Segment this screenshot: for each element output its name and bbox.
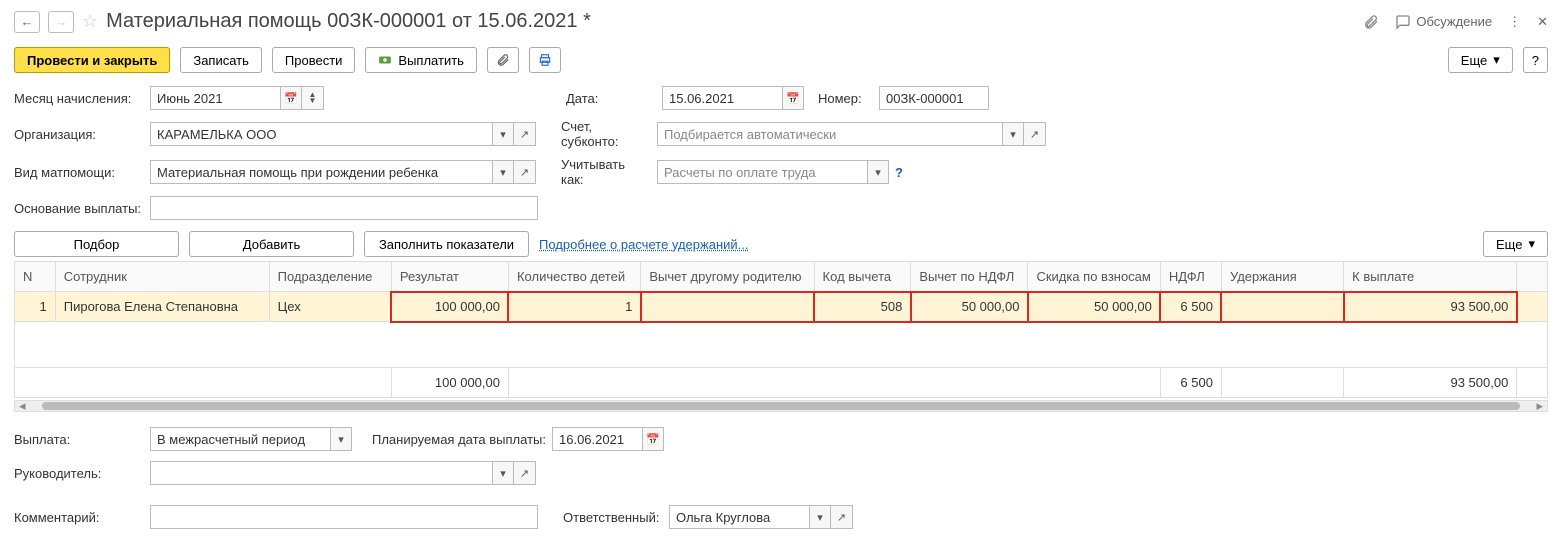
help-icon[interactable]: ? bbox=[895, 165, 903, 180]
more-button[interactable]: Еще ▾ bbox=[1448, 47, 1513, 73]
help-button[interactable]: ? bbox=[1523, 47, 1548, 73]
more-menu-icon[interactable]: ⋮ bbox=[1508, 14, 1521, 30]
col-ndfl-deduction[interactable]: Вычет по НДФЛ bbox=[911, 262, 1028, 292]
payment-label: Выплата: bbox=[14, 432, 144, 447]
open-icon[interactable]: ↗ bbox=[514, 160, 536, 184]
nav-back-button[interactable]: ← bbox=[14, 11, 40, 33]
account-input[interactable]: Подбирается автоматически bbox=[657, 122, 1002, 146]
dropdown-icon[interactable]: ▾ bbox=[492, 122, 514, 146]
col-other-parent[interactable]: Вычет другому родителю bbox=[641, 262, 814, 292]
account-as-label: Учитывать как: bbox=[561, 157, 651, 187]
horizontal-scrollbar[interactable]: ◂ ▸ bbox=[14, 400, 1548, 412]
account-label: Счет, субконто: bbox=[561, 119, 651, 149]
star-icon[interactable]: ☆ bbox=[82, 11, 98, 32]
open-icon[interactable]: ↗ bbox=[831, 505, 853, 529]
date-label: Дата: bbox=[566, 91, 656, 106]
number-input[interactable]: 00ЗК-000001 bbox=[879, 86, 989, 110]
col-code[interactable]: Код вычета bbox=[814, 262, 911, 292]
attachment-icon[interactable] bbox=[1363, 14, 1379, 30]
month-stepper[interactable]: ▲▼ bbox=[302, 86, 324, 110]
planned-date-label: Планируемая дата выплаты: bbox=[372, 432, 546, 447]
chevron-down-icon: ▾ bbox=[1528, 236, 1535, 252]
employees-table: N Сотрудник Подразделение Результат Коли… bbox=[14, 261, 1548, 398]
print-button[interactable] bbox=[529, 47, 561, 73]
page-title: Материальная помощь 00ЗК-000001 от 15.06… bbox=[106, 10, 1355, 33]
discussion-button[interactable]: Обсуждение bbox=[1395, 14, 1492, 30]
open-icon[interactable]: ↗ bbox=[514, 122, 536, 146]
calendar-icon[interactable]: 📅 bbox=[642, 427, 664, 451]
dropdown-icon[interactable]: ▾ bbox=[867, 160, 889, 184]
dropdown-icon[interactable]: ▾ bbox=[1002, 122, 1024, 146]
dropdown-icon[interactable]: ▾ bbox=[492, 160, 514, 184]
col-employee[interactable]: Сотрудник bbox=[55, 262, 269, 292]
money-icon bbox=[378, 53, 392, 67]
scroll-thumb[interactable] bbox=[42, 402, 1521, 410]
table-empty-row bbox=[15, 322, 1548, 368]
number-label: Номер: bbox=[818, 91, 873, 106]
add-button[interactable]: Добавить bbox=[189, 231, 354, 257]
date-input[interactable]: 15.06.2021 bbox=[662, 86, 782, 110]
col-ndfl[interactable]: НДФЛ bbox=[1160, 262, 1221, 292]
manager-input[interactable] bbox=[150, 461, 492, 485]
post-button[interactable]: Провести bbox=[272, 47, 356, 73]
write-button[interactable]: Записать bbox=[180, 47, 262, 73]
discussion-label: Обсуждение bbox=[1416, 14, 1492, 29]
org-label: Организация: bbox=[14, 127, 144, 142]
col-scroll bbox=[1517, 262, 1548, 292]
manager-label: Руководитель: bbox=[14, 466, 144, 481]
table-row[interactable]: 1 Пирогова Елена Степановна Цех 100 000,… bbox=[15, 292, 1548, 322]
attach-button[interactable] bbox=[487, 47, 519, 73]
reason-input[interactable] bbox=[150, 196, 538, 220]
col-to-pay[interactable]: К выплате bbox=[1344, 262, 1517, 292]
table-more-button[interactable]: Еще ▾ bbox=[1483, 231, 1548, 257]
month-input[interactable]: Июнь 2021 bbox=[150, 86, 280, 110]
payment-input[interactable]: В межрасчетный период bbox=[150, 427, 330, 451]
col-children[interactable]: Количество детей bbox=[508, 262, 640, 292]
fill-button[interactable]: Заполнить показатели bbox=[364, 231, 529, 257]
comment-label: Комментарий: bbox=[14, 510, 144, 525]
dropdown-icon[interactable]: ▾ bbox=[330, 427, 352, 451]
col-result[interactable]: Результат bbox=[391, 262, 508, 292]
dropdown-icon[interactable]: ▾ bbox=[809, 505, 831, 529]
select-button[interactable]: Подбор bbox=[14, 231, 179, 257]
comment-input[interactable] bbox=[150, 505, 538, 529]
account-as-input[interactable]: Расчеты по оплате труда bbox=[657, 160, 867, 184]
post-and-close-button[interactable]: Провести и закрыть bbox=[14, 47, 170, 73]
reason-label: Основание выплаты: bbox=[14, 201, 144, 216]
scroll-right-icon[interactable]: ▸ bbox=[1532, 398, 1547, 414]
open-icon[interactable]: ↗ bbox=[514, 461, 536, 485]
dropdown-icon[interactable]: ▾ bbox=[492, 461, 514, 485]
col-department[interactable]: Подразделение bbox=[269, 262, 391, 292]
nav-forward-button[interactable]: → bbox=[48, 11, 74, 33]
open-icon[interactable]: ↗ bbox=[1024, 122, 1046, 146]
month-label: Месяц начисления: bbox=[14, 91, 144, 106]
scroll-left-icon[interactable]: ◂ bbox=[15, 398, 30, 414]
calendar-icon[interactable]: 📅 bbox=[280, 86, 302, 110]
col-withholdings[interactable]: Удержания bbox=[1221, 262, 1343, 292]
type-input[interactable]: Материальная помощь при рождении ребенка bbox=[150, 160, 492, 184]
org-input[interactable]: КАРАМЕЛЬКА ООО bbox=[150, 122, 492, 146]
col-n[interactable]: N bbox=[15, 262, 56, 292]
calendar-icon[interactable]: 📅 bbox=[782, 86, 804, 110]
table-totals-row: 100 000,00 6 500 93 500,00 bbox=[15, 368, 1548, 398]
table-header-row: N Сотрудник Подразделение Результат Коли… bbox=[15, 262, 1548, 292]
col-contrib-discount[interactable]: Скидка по взносам bbox=[1028, 262, 1160, 292]
planned-date-input[interactable]: 16.06.2021 bbox=[552, 427, 642, 451]
chevron-down-icon: ▾ bbox=[1493, 52, 1500, 68]
close-icon[interactable]: ✕ bbox=[1537, 14, 1548, 30]
responsible-label: Ответственный: bbox=[563, 510, 663, 525]
type-label: Вид матпомощи: bbox=[14, 165, 144, 180]
details-link[interactable]: Подробнее о расчете удержаний... bbox=[539, 237, 749, 252]
pay-button[interactable]: Выплатить bbox=[365, 47, 477, 73]
responsible-input[interactable]: Ольга Круглова bbox=[669, 505, 809, 529]
